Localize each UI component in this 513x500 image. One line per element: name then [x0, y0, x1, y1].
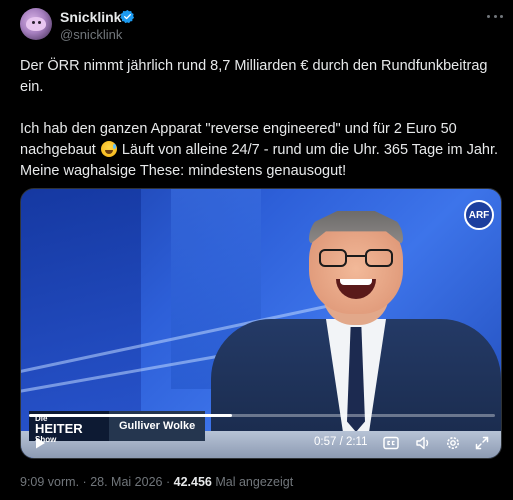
video-player[interactable]: ARF Die HEITER Show Gulliver Wolke 0:57 …	[20, 188, 502, 459]
tweet-time[interactable]: 9:09 vorm.	[20, 475, 79, 489]
video-progress-bar[interactable]	[29, 414, 495, 417]
view-count: 42.456	[173, 475, 212, 489]
avatar[interactable]	[20, 8, 52, 40]
video-time: 0:57 / 2:11	[314, 436, 368, 448]
avatar-eye-right	[38, 21, 41, 24]
more-options-icon[interactable]	[487, 8, 503, 24]
view-count-label: Mal angezeigt	[215, 475, 294, 489]
play-icon[interactable]	[31, 434, 49, 452]
tweet-meta: 9:09 vorm. · 28. Mai 2026 · 42.456 Mal a…	[20, 475, 293, 489]
meta-separator: ·	[82, 475, 87, 489]
author-handle[interactable]: @snicklink	[60, 27, 122, 42]
volume-icon[interactable]	[414, 434, 432, 452]
avatar-eye-left	[32, 21, 35, 24]
captions-icon[interactable]	[382, 434, 400, 452]
channel-logo: ARF	[464, 200, 494, 230]
tweet-date[interactable]: 28. Mai 2026	[90, 475, 162, 489]
tweet-paragraph-1: Der ÖRR nimmt jährlich rund 8,7 Milliard…	[20, 58, 488, 95]
presenter-image	[211, 209, 501, 458]
fullscreen-icon[interactable]	[473, 434, 491, 452]
video-controls: 0:57 / 2:11	[21, 430, 501, 458]
tweet: Snicklink @snicklink Der ÖRR nimmt jährl…	[0, 0, 513, 500]
grinning-sweat-emoji-icon	[100, 141, 117, 157]
tweet-paragraph-2: Ich hab den ganzen Apparat "reverse engi…	[20, 119, 505, 182]
avatar-blob-icon	[26, 17, 46, 31]
author-name[interactable]: Snicklink	[60, 9, 121, 25]
video-progress-fill	[29, 414, 232, 417]
settings-icon[interactable]	[444, 434, 462, 452]
meta-separator: ·	[165, 475, 171, 489]
verified-badge-icon	[120, 9, 135, 24]
tweet-text: Der ÖRR nimmt jährlich rund 8,7 Milliard…	[20, 56, 505, 182]
